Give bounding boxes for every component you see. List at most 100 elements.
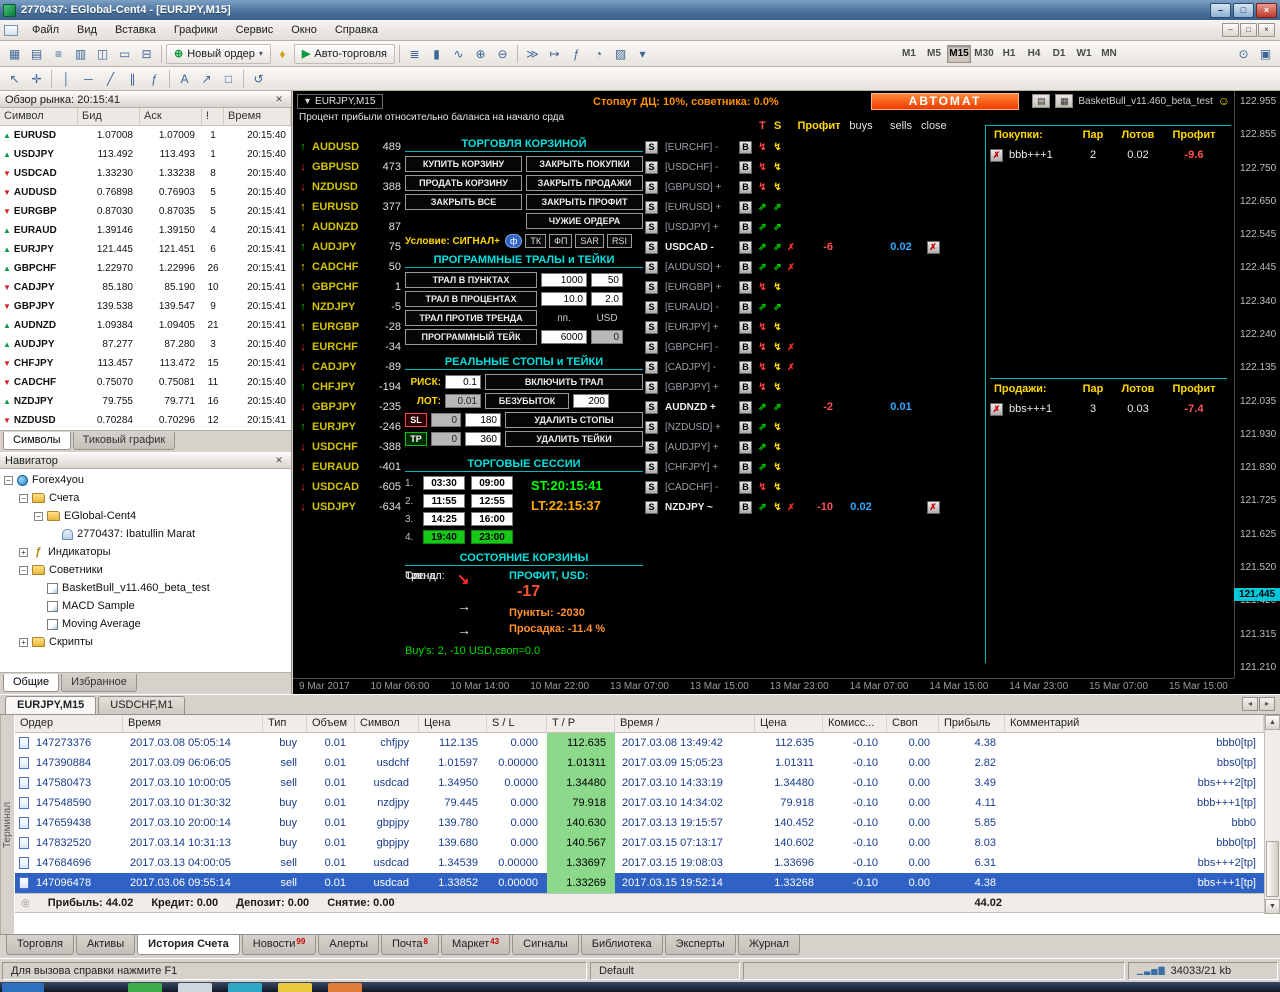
tree-item[interactable]: Moving Average <box>0 615 291 633</box>
navigator-tab[interactable]: Избранное <box>61 674 137 692</box>
taskbar-item[interactable] <box>228 983 262 992</box>
terminal-scrollbar[interactable]: ▲ ▼ <box>1264 715 1280 914</box>
column-header[interactable]: Комментарий <box>1005 715 1264 732</box>
automat-button[interactable]: АВТОМАТ <box>871 93 1019 110</box>
sell-button[interactable]: S <box>645 261 658 274</box>
strategy-tester-icon[interactable]: ⊟ <box>136 44 157 64</box>
buy-button[interactable]: B <box>739 221 752 234</box>
basket-button[interactable]: ЗАКРЫТЬ ПРОДАЖИ <box>526 175 643 191</box>
zoom-out-icon[interactable]: ⊖ <box>492 44 513 64</box>
sell-button[interactable]: S <box>645 181 658 194</box>
stats-icon[interactable]: ▤ <box>1032 94 1050 108</box>
tree-item[interactable]: −Счета <box>0 489 291 507</box>
market-watch-toggle-icon[interactable]: ≡ <box>48 44 69 64</box>
new-order-button[interactable]: ⊕Новый ордер▾ <box>166 44 271 64</box>
condition-button[interactable]: SAR <box>575 234 604 248</box>
data-window-icon[interactable]: ▥ <box>70 44 91 64</box>
history-row[interactable]: 1470964782017.03.06 09:55:14sell0.01usdc… <box>15 873 1264 893</box>
buy-button[interactable]: B <box>739 201 752 214</box>
terminal-tab[interactable]: Журнал <box>738 935 800 955</box>
crosshair-icon[interactable]: ✛ <box>26 69 47 89</box>
close-icon[interactable]: × <box>1256 3 1277 18</box>
market-watch-row[interactable]: ▲GBPCHF1.229701.229962620:15:41 <box>0 259 291 278</box>
menu-item[interactable]: Справка <box>326 22 387 38</box>
menu-item[interactable]: Вид <box>68 22 106 38</box>
cursor-icon[interactable]: ↖ <box>4 69 25 89</box>
sell-button[interactable]: S <box>645 361 658 374</box>
status-profile[interactable]: Default <box>590 962 740 980</box>
tab-scroll-right-icon[interactable]: ▸ <box>1259 697 1275 711</box>
session-to-input[interactable]: 09:00 <box>471 476 513 490</box>
taskbar-item[interactable] <box>2 983 44 992</box>
taskbar-item[interactable] <box>178 983 212 992</box>
taskbar-item[interactable] <box>278 983 312 992</box>
taskbar-item[interactable] <box>328 983 362 992</box>
mdi-close-icon[interactable]: × <box>1258 23 1275 37</box>
auto-trading-button[interactable]: ▶Авто-торговля <box>294 44 395 64</box>
trail-input[interactable]: 50 <box>591 273 623 287</box>
trail-input[interactable]: 10.0 <box>541 292 587 306</box>
tree-item[interactable]: 2770437: Ibatullin Marat <box>0 525 291 543</box>
timeframe-h4[interactable]: H4 <box>1022 45 1046 63</box>
market-watch-row[interactable]: ▼EURGBP0.870300.87035520:15:41 <box>0 202 291 221</box>
timeframe-d1[interactable]: D1 <box>1047 45 1071 63</box>
tree-item[interactable]: MACD Sample <box>0 597 291 615</box>
new-chart-icon[interactable]: ▦ <box>4 44 25 64</box>
column-header[interactable]: Цена <box>755 715 823 732</box>
basket-button[interactable]: ЗАКРЫТЬ ПРОФИТ <box>526 194 643 210</box>
trail-button[interactable]: ТРАЛ В ПУНКТАХ <box>405 272 537 288</box>
timeframe-m30[interactable]: M30 <box>972 45 996 63</box>
tp-input-1[interactable]: 0 <box>431 432 461 446</box>
candlestick-chart-icon[interactable]: ▮ <box>426 44 447 64</box>
market-watch-row[interactable]: ▼NZDUSD0.702840.702961220:15:41 <box>0 411 291 430</box>
buy-button[interactable]: B <box>739 421 752 434</box>
metaeditor-icon[interactable]: ♦ <box>272 44 293 64</box>
buy-button[interactable]: B <box>739 261 752 274</box>
buy-button[interactable]: B <box>739 481 752 494</box>
terminal-tab[interactable]: Эксперты <box>665 935 736 955</box>
buy-button[interactable]: B <box>739 401 752 414</box>
market-watch-row[interactable]: ▼USDCAD1.332301.33238820:15:40 <box>0 164 291 183</box>
expander-icon[interactable]: − <box>4 476 13 485</box>
buy-button[interactable]: B <box>739 461 752 474</box>
market-watch-row[interactable]: ▼CHFJPY113.457113.4721520:15:41 <box>0 354 291 373</box>
taskbar-item[interactable] <box>128 983 162 992</box>
expander-icon[interactable]: − <box>19 494 28 503</box>
column-header[interactable]: Время <box>123 715 263 732</box>
buy-button[interactable]: B <box>739 141 752 154</box>
session-from-input[interactable]: 14:25 <box>423 512 465 526</box>
buy-button[interactable]: B <box>739 341 752 354</box>
timeframe-m15[interactable]: M15 <box>947 45 971 63</box>
dropdown-icon[interactable]: ▾ <box>632 44 653 64</box>
basket-button[interactable]: ЗАКРЫТЬ ПОКУПКИ <box>526 156 643 172</box>
market-watch-row[interactable]: ▲AUDJPY87.27787.280320:15:40 <box>0 335 291 354</box>
sell-button[interactable]: S <box>645 161 658 174</box>
condition-button[interactable]: ТК <box>525 234 546 248</box>
magnifier-icon[interactable]: ⊙ <box>1233 44 1254 64</box>
buy-button[interactable]: B <box>739 281 752 294</box>
expander-icon[interactable]: − <box>34 512 43 521</box>
sl-input-1[interactable]: 0 <box>431 413 461 427</box>
timeframe-m1[interactable]: M1 <box>897 45 921 63</box>
column-header[interactable]: S / L <box>487 715 547 732</box>
sell-button[interactable]: S <box>645 381 658 394</box>
trail-input[interactable]: 2.0 <box>591 292 623 306</box>
scroll-thumb[interactable] <box>1266 841 1279 897</box>
close-icon[interactable]: ✕ <box>272 94 286 105</box>
history-row[interactable]: 1475804732017.03.10 10:00:05sell0.01usdc… <box>15 773 1264 793</box>
sell-button[interactable]: S <box>645 241 658 254</box>
sell-button[interactable]: S <box>645 401 658 414</box>
sl-input-2[interactable]: 180 <box>465 413 501 427</box>
column-header[interactable]: Тип <box>263 715 307 732</box>
column-header[interactable]: Объем <box>307 715 355 732</box>
market-watch-row[interactable]: ▲EURAUD1.391461.39150420:15:41 <box>0 221 291 240</box>
sell-button[interactable]: S <box>645 281 658 294</box>
line-chart-icon[interactable]: ∿ <box>448 44 469 64</box>
history-row[interactable]: 1475485902017.03.10 01:30:32buy0.01nzdjp… <box>15 793 1264 813</box>
basket-button[interactable]: ЧУЖИЕ ОРДЕРА <box>526 213 643 229</box>
tree-item[interactable]: −Советники <box>0 561 291 579</box>
breakeven-button[interactable]: БЕЗУБЫТОК <box>485 393 569 409</box>
auto-scroll-icon[interactable]: ≫ <box>522 44 543 64</box>
maximize-icon[interactable]: □ <box>1233 3 1254 18</box>
trail-input[interactable]: 1000 <box>541 273 587 287</box>
